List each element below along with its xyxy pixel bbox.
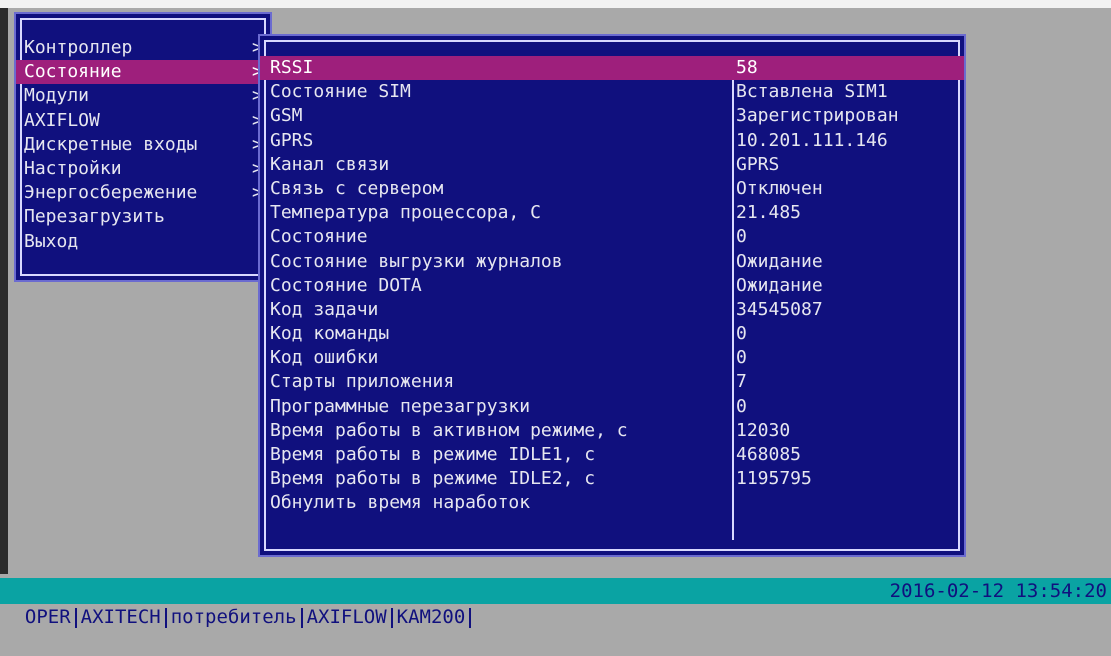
- status-row[interactable]: Состояние 0: [260, 225, 964, 249]
- status-row-value: 12030: [736, 419, 791, 441]
- status-row[interactable]: Время работы в режиме IDLE2, с 1195795: [260, 467, 964, 491]
- status-row-label: Состояние: [270, 226, 368, 248]
- status-bar-divider: [74, 607, 77, 628]
- status-row-label: RSSI: [270, 57, 314, 78]
- status-window: RSSI 58 Состояние SIM Вставлена SIM1 GSM Заре…: [258, 34, 966, 557]
- status-row-label: Код команды: [270, 323, 390, 345]
- status-row-value: 0: [736, 395, 747, 417]
- menu-item-label: Перезагрузить: [24, 206, 165, 228]
- left-edge: [0, 8, 8, 574]
- menu-item[interactable]: Модули>: [16, 84, 270, 108]
- status-row-label: Температура процессора, С: [270, 202, 541, 224]
- status-row[interactable]: Время работы в режиме IDLE1, с 468085: [260, 443, 964, 467]
- status-row-label: Обнулить время наработок: [270, 492, 531, 514]
- status-row-label: GSM: [270, 105, 303, 127]
- status-bar-segment: OPER: [24, 606, 71, 628]
- status-row[interactable]: Состояние выгрузки журналов Ожидание: [260, 250, 964, 274]
- status-row-label: Состояние выгрузки журналов: [270, 250, 563, 272]
- status-bar-segment: AXIFLOW: [306, 606, 387, 628]
- status-row-value: Зарегистрирован: [736, 105, 899, 127]
- menu-item[interactable]: Состояние>: [16, 60, 270, 85]
- menu-item[interactable]: Дискретные входы>: [16, 133, 270, 157]
- status-row-value: Вставлена SIM1: [736, 81, 888, 103]
- status-row[interactable]: Температура процессора, С 21.485: [260, 201, 964, 225]
- status-row-label: Время работы в режиме IDLE2, с: [270, 468, 596, 490]
- menu-item-label: Модули: [24, 85, 90, 107]
- status-row-label: Старты приложения: [270, 371, 455, 393]
- menu-item-label: Дискретные входы: [24, 133, 198, 155]
- status-row[interactable]: Состояние DOTA Ожидание: [260, 274, 964, 298]
- status-row-label: Код задачи: [270, 298, 379, 320]
- status-row-value: 1195795: [736, 468, 812, 490]
- status-row-value: 34545087: [736, 298, 823, 320]
- menu-item-label: Состояние: [24, 61, 122, 83]
- status-row[interactable]: Время работы в активном режиме, с 12030: [260, 419, 964, 443]
- status-bar: OPER AXITECH потребитель AXIFLOW KAM200 2016…: [0, 578, 1111, 628]
- status-row[interactable]: Обнулить время наработок: [260, 491, 964, 515]
- status-row[interactable]: Связь с сервером Отключен: [260, 177, 964, 201]
- status-row-label: Код ошибки: [270, 347, 379, 369]
- status-row-value: GPRS: [736, 153, 780, 175]
- menu-item[interactable]: Настройки>: [16, 157, 270, 181]
- status-row-label: GPRS: [270, 129, 314, 151]
- status-row[interactable]: Код команды 0: [260, 322, 964, 346]
- status-row[interactable]: Код ошибки 0: [260, 346, 964, 370]
- status-row-value: 468085: [736, 444, 802, 465]
- menu-item[interactable]: Выход: [16, 230, 270, 254]
- menu-item[interactable]: Контроллер>: [16, 36, 270, 60]
- menu-item[interactable]: AXIFLOW>: [16, 109, 270, 133]
- status-row[interactable]: Старты приложения 7: [260, 370, 964, 394]
- top-strip: [0, 0, 1111, 8]
- main-menu-list: Контроллер>Состояние>Модули>AXIFLOW>Диск…: [16, 36, 270, 254]
- menu-item[interactable]: Перезагрузить: [16, 205, 270, 229]
- status-row[interactable]: GPRS 10.201.111.146: [260, 129, 964, 153]
- status-bar-divider: [390, 607, 393, 628]
- status-list: RSSI 58 Состояние SIM Вставлена SIM1 GSM Заре…: [260, 56, 964, 516]
- menu-item-label: Контроллер: [24, 37, 133, 58]
- status-row[interactable]: GSM Зарегистрирован: [260, 104, 964, 128]
- status-row-label: Связь с сервером: [270, 177, 444, 199]
- status-row-value: Ожидание: [736, 274, 823, 296]
- status-row-value: 10.201.111.146: [736, 129, 888, 151]
- menu-item-label: AXIFLOW: [24, 109, 100, 131]
- status-bar-datetime: 2016-02-12 13:54:20: [889, 580, 1107, 602]
- status-row-value: 0: [736, 323, 747, 345]
- status-row-value: 58: [736, 57, 758, 78]
- status-row[interactable]: Состояние SIM Вставлена SIM1: [260, 80, 964, 104]
- status-bar-segments: OPER AXITECH потребитель AXIFLOW KAM200: [23, 606, 473, 628]
- status-row-label: Время работы в режиме IDLE1, с: [270, 444, 596, 465]
- status-bar-segment: AXITECH: [80, 606, 161, 628]
- menu-item[interactable]: Энергосбережение>: [16, 181, 270, 205]
- status-row[interactable]: Программные перезагрузки 0: [260, 395, 964, 419]
- main-menu-window: Контроллер>Состояние>Модули>AXIFLOW>Диск…: [14, 12, 272, 282]
- status-row[interactable]: Код задачи 34545087: [260, 298, 964, 322]
- status-row-label: Канал связи: [270, 153, 390, 175]
- menu-item-label: Настройки: [24, 157, 122, 179]
- status-row[interactable]: RSSI 58: [260, 56, 964, 81]
- status-bar-segment: потребитель: [170, 606, 297, 628]
- status-row-label: Состояние DOTA: [270, 274, 422, 296]
- status-bar-divider: [164, 607, 167, 628]
- status-bar-divider: [300, 607, 303, 628]
- status-bar-segment: KAM200: [396, 606, 466, 628]
- status-row-label: Время работы в активном режиме, с: [270, 419, 628, 441]
- status-row-label: Состояние SIM: [270, 81, 411, 103]
- status-row-value: Отключен: [736, 177, 823, 199]
- menu-item-label: Выход: [24, 230, 79, 252]
- status-row[interactable]: Канал связи GPRS: [260, 153, 964, 177]
- status-row-value: Ожидание: [736, 250, 823, 272]
- status-row-label: Программные перезагрузки: [270, 395, 531, 417]
- status-row-value: 0: [736, 226, 747, 248]
- status-row-value: 0: [736, 347, 747, 369]
- status-row-value: 21.485: [736, 202, 802, 224]
- menu-item-label: Энергосбережение: [24, 182, 198, 204]
- status-row-value: 7: [736, 371, 747, 393]
- status-bar-divider: [469, 607, 472, 628]
